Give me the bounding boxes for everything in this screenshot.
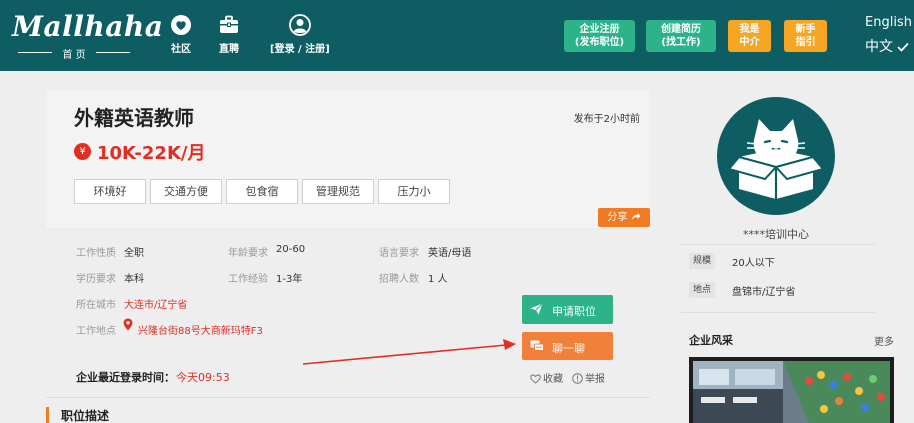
language-value: 英语/母语 xyxy=(428,248,472,259)
education-value: 本科 xyxy=(124,274,144,285)
company-name[interactable]: ****培训中心 xyxy=(690,226,862,242)
section-divider xyxy=(46,397,650,398)
classroom-photo xyxy=(689,357,894,423)
agent-button[interactable]: 我是 中介 xyxy=(728,20,771,52)
benefit-tag: 交通方便 xyxy=(150,179,222,204)
report-button[interactable]: 举报 xyxy=(572,370,605,385)
chat-icon xyxy=(530,340,544,351)
scale-label: 规模 xyxy=(689,253,716,269)
company-avatar[interactable] xyxy=(717,97,835,215)
benefit-tag: 压力小 xyxy=(378,179,450,204)
salary: 10K-22K/月 xyxy=(97,143,206,164)
report-icon xyxy=(572,373,583,384)
benefit-tag: 包食宿 xyxy=(226,179,298,204)
experience-value: 1-3年 xyxy=(276,274,303,285)
last-login-value: 今天09:53 xyxy=(176,371,230,384)
language-label: 语言要求 xyxy=(379,248,419,259)
chat-bubble-icon xyxy=(171,15,191,35)
chat-label: 聊一聊 xyxy=(552,342,585,355)
user-icon xyxy=(288,14,311,36)
site-logo[interactable]: Mallhaha xyxy=(12,10,163,43)
nav-label: 直聘 xyxy=(219,44,239,55)
company-style-title: 企业风采 xyxy=(689,334,733,347)
nav-label: 社区 xyxy=(171,44,191,55)
map-pin-icon xyxy=(123,318,133,331)
beginner-guide-button[interactable]: 新手 指引 xyxy=(784,20,827,52)
paper-plane-icon xyxy=(530,303,543,315)
home-link[interactable]: 首 页 xyxy=(18,46,130,61)
sidebar-divider xyxy=(681,244,875,245)
type-label: 工作性质 xyxy=(76,248,116,259)
yen-icon: ¥ xyxy=(74,143,91,160)
nav-label: [登录 / 注册] xyxy=(270,44,330,55)
city-label: 所在城市 xyxy=(76,300,116,311)
headcount-value: 1 人 xyxy=(428,274,448,285)
job-description-title: 职位描述 xyxy=(61,409,110,423)
apply-job-button[interactable]: 申请职位 xyxy=(522,295,613,324)
favorite-label: 收藏 xyxy=(543,374,563,385)
nav-direct-hire[interactable]: 直聘 xyxy=(218,14,240,55)
posted-time: 发布于2小时前 xyxy=(573,114,640,125)
experience-label: 工作经验 xyxy=(228,274,268,285)
share-arrow-icon xyxy=(631,213,641,220)
sidebar-divider xyxy=(681,312,875,313)
report-label: 举报 xyxy=(585,374,605,385)
cat-in-box-icon xyxy=(727,119,825,199)
more-link[interactable]: 更多 xyxy=(874,333,894,348)
lang-english[interactable]: English xyxy=(865,15,912,30)
share-button[interactable]: 分享 xyxy=(598,208,650,227)
address-value[interactable]: 兴隆台街88号大商新玛特F3 xyxy=(138,322,263,337)
last-login-label: 企业最近登录时间： xyxy=(76,371,175,384)
age-value: 20-60 xyxy=(276,244,306,255)
education-label: 学历要求 xyxy=(76,274,116,285)
job-title: 外籍英语教师 xyxy=(74,106,194,130)
favorite-button[interactable]: 收藏 xyxy=(530,370,563,385)
company-photo[interactable] xyxy=(689,357,894,423)
company-register-button[interactable]: 企业注册 (发布职位) xyxy=(564,20,635,52)
briefcase-icon xyxy=(220,15,238,33)
apply-label: 申请职位 xyxy=(552,305,596,318)
benefit-tags: 环境好 交通方便 包食宿 管理规范 压力小 xyxy=(74,179,450,204)
scale-value: 20人以下 xyxy=(732,258,775,269)
heart-icon xyxy=(530,374,541,384)
create-resume-button[interactable]: 创建简历 (找工作) xyxy=(646,20,716,52)
benefit-tag: 环境好 xyxy=(74,179,146,204)
check-icon xyxy=(897,42,910,52)
job-summary-card: 外籍英语教师 发布于2小时前 ¥ 10K-22K/月 环境好 交通方便 包食宿 … xyxy=(46,90,650,228)
nav-login-register[interactable]: [登录 / 注册] xyxy=(270,14,330,55)
headcount-label: 招聘人数 xyxy=(379,274,419,285)
city-value[interactable]: 大连市/辽宁省 xyxy=(124,296,187,311)
benefit-tag: 管理规范 xyxy=(302,179,374,204)
location-value: 盘锦市/辽宁省 xyxy=(732,287,796,298)
top-header: Mallhaha 首 页 社区 直聘 [登录 / 注册] 企业注册 (发布职位)… xyxy=(0,0,914,71)
address-label: 工作地点 xyxy=(76,326,116,337)
location-label: 地点 xyxy=(689,282,716,298)
section-marker xyxy=(46,407,49,423)
nav-community[interactable]: 社区 xyxy=(170,14,192,55)
type-value: 全职 xyxy=(124,248,144,259)
share-label: 分享 xyxy=(607,212,628,223)
lang-chinese[interactable]: 中文 xyxy=(865,36,910,56)
lang-chinese-label: 中文 xyxy=(865,39,893,55)
chat-button[interactable]: 聊一聊 xyxy=(522,332,613,360)
age-label: 年龄要求 xyxy=(228,248,268,259)
